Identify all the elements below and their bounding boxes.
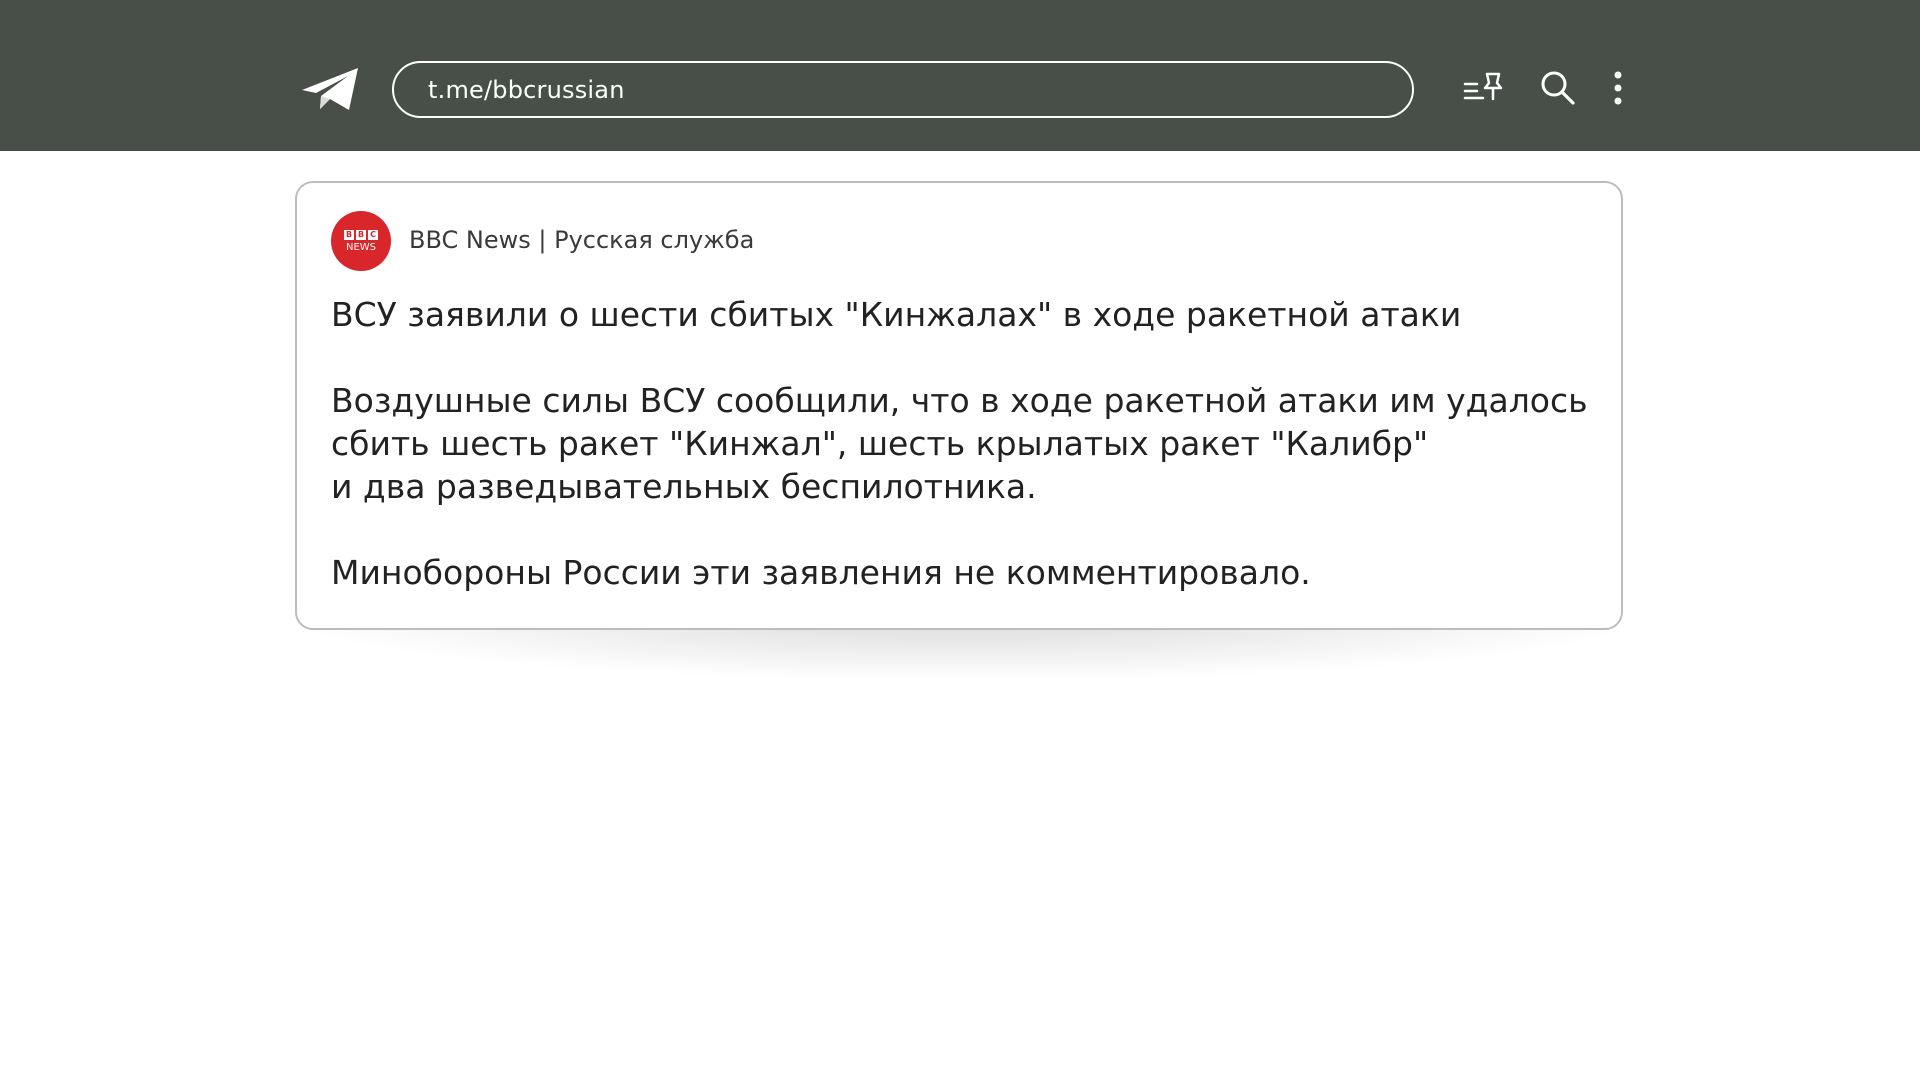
url-bar[interactable]: t.me/bbcrussian xyxy=(392,61,1414,118)
post-line: и два разведывательных беспилотника. xyxy=(331,467,1037,506)
bbc-logo: B B C xyxy=(344,229,378,240)
channel-avatar[interactable]: B B C NEWS xyxy=(331,211,391,271)
post-text: ВСУ заявили о шести сбитых "Кинжалах" в … xyxy=(331,293,1591,594)
more-vertical-icon xyxy=(1613,71,1623,109)
post-headline: ВСУ заявили о шести сбитых "Кинжалах" в … xyxy=(331,295,1462,334)
more-button[interactable] xyxy=(1596,70,1640,110)
top-bar: t.me/bbcrussian xyxy=(0,0,1920,151)
message-card: B B C NEWS BBC News | Русская служба ВСУ… xyxy=(295,181,1623,630)
telegram-icon[interactable] xyxy=(300,66,362,114)
post-line: Воздушные силы ВСУ сообщили, что в ходе … xyxy=(331,381,1588,420)
channel-name[interactable]: BBC News | Русская служба xyxy=(409,226,754,254)
bbc-block: C xyxy=(368,229,378,240)
news-word: NEWS xyxy=(345,241,377,253)
search-button[interactable] xyxy=(1536,70,1580,110)
post-paragraph: Минобороны России эти заявления не комме… xyxy=(331,553,1311,592)
bbc-block: B xyxy=(356,229,366,240)
bbc-block: B xyxy=(344,229,354,240)
pinned-messages-button[interactable] xyxy=(1462,70,1506,110)
pinned-messages-icon xyxy=(1463,71,1505,109)
url-text: t.me/bbcrussian xyxy=(428,75,625,104)
post-line: сбить шесть ракет "Кинжал", шесть крылат… xyxy=(331,424,1429,463)
search-icon xyxy=(1540,70,1576,110)
